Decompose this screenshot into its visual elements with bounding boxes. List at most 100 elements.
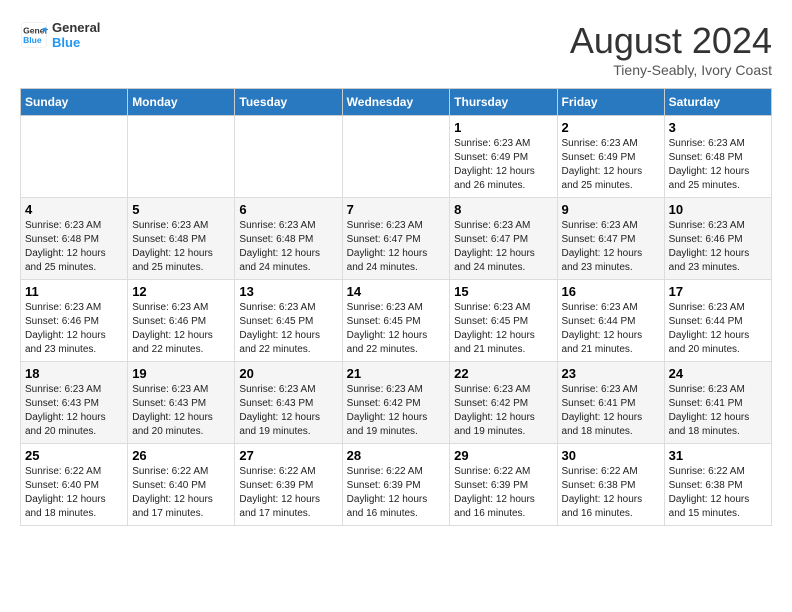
day-number: 19 [132, 366, 230, 381]
day-number: 7 [347, 202, 446, 217]
header-row: SundayMondayTuesdayWednesdayThursdayFrid… [21, 89, 772, 116]
calendar-cell: 14 Sunrise: 6:23 AMSunset: 6:45 PMDayligh… [342, 280, 450, 362]
calendar-cell: 23Sunrise: 6:23 AMSunset: 6:41 PMDayligh… [557, 362, 664, 444]
day-info: Sunrise: 6:23 AMSunset: 6:45 PMDaylight:… [454, 301, 552, 357]
svg-text:Blue: Blue [23, 35, 42, 45]
day-number: 12 [132, 284, 230, 299]
day-number: 26 [132, 448, 230, 463]
day-number: 14 [347, 284, 446, 299]
day-number: 31 [669, 448, 767, 463]
calendar-cell [21, 116, 128, 198]
header-sunday: Sunday [21, 89, 128, 116]
header-wednesday: Wednesday [342, 89, 450, 116]
day-info: Sunrise: 6:23 AMSunset: 6:48 PMDaylight:… [239, 219, 337, 275]
calendar-cell: 28 Sunrise: 6:22 AMSunset: 6:39 PMDayligh… [342, 444, 450, 526]
calendar-cell: 7 Sunrise: 6:23 AMSunset: 6:47 PMDaylight… [342, 198, 450, 280]
day-info: Sunrise: 6:23 AMSunset: 6:47 PMDaylight:… [454, 219, 552, 275]
day-number: 6 [239, 202, 337, 217]
calendar-body: 1 Sunrise: 6:23 AMSunset: 6:49 PMDaylight… [21, 116, 772, 526]
day-info: Sunrise: 6:23 AMSunset: 6:46 PMDaylight:… [132, 301, 230, 357]
page-header: General Blue General Blue August 2024 Ti… [20, 20, 772, 78]
calendar-cell: 20 Sunrise: 6:23 AMSunset: 6:43 PMDayligh… [235, 362, 342, 444]
calendar-cell: 5 Sunrise: 6:23 AMSunset: 6:48 PMDaylight… [128, 198, 235, 280]
calendar-cell: 21Sunrise: 6:23 AMSunset: 6:42 PMDayligh… [342, 362, 450, 444]
calendar-cell: 27 Sunrise: 6:22 AMSunset: 6:39 PMDayligh… [235, 444, 342, 526]
calendar-cell: 6 Sunrise: 6:23 AMSunset: 6:48 PMDaylight… [235, 198, 342, 280]
day-info: Sunrise: 6:23 AMSunset: 6:46 PMDaylight:… [25, 301, 123, 357]
day-number: 30 [562, 448, 660, 463]
logo-icon: General Blue [20, 21, 48, 49]
day-info: Sunrise: 6:23 AMSunset: 6:48 PMDaylight:… [132, 219, 230, 275]
calendar-cell: 10 Sunrise: 6:23 AMSunset: 6:46 PMDayligh… [664, 198, 771, 280]
day-info: Sunrise: 6:23 AMSunset: 6:45 PMDaylight:… [239, 301, 337, 357]
calendar-cell: 1 Sunrise: 6:23 AMSunset: 6:49 PMDaylight… [450, 116, 557, 198]
calendar-cell: 22 Sunrise: 6:23 AMSunset: 6:42 PMDayligh… [450, 362, 557, 444]
calendar-cell [235, 116, 342, 198]
day-info: Sunrise: 6:22 AMSunset: 6:40 PMDaylight:… [25, 465, 123, 521]
calendar-cell: 3 Sunrise: 6:23 AMSunset: 6:48 PMDaylight… [664, 116, 771, 198]
calendar-cell: 16 Sunrise: 6:23 AMSunset: 6:44 PMDayligh… [557, 280, 664, 362]
header-saturday: Saturday [664, 89, 771, 116]
day-info: Sunrise: 6:23 AMSunset: 6:44 PMDaylight:… [669, 301, 767, 357]
day-info: Sunrise: 6:22 AMSunset: 6:39 PMDaylight:… [239, 465, 337, 521]
calendar-cell: 25 Sunrise: 6:22 AMSunset: 6:40 PMDayligh… [21, 444, 128, 526]
day-info: Sunrise: 6:23 AMSunset: 6:43 PMDaylight:… [25, 383, 123, 439]
day-info: Sunrise: 6:23 AMSunset: 6:48 PMDaylight:… [669, 137, 767, 193]
day-number: 24 [669, 366, 767, 381]
day-info: Sunrise: 6:23 AMSunset: 6:49 PMDaylight:… [454, 137, 552, 193]
week-row-2: 11 Sunrise: 6:23 AMSunset: 6:46 PMDayligh… [21, 280, 772, 362]
day-number: 5 [132, 202, 230, 217]
day-number: 28 [347, 448, 446, 463]
calendar-cell: 30Sunrise: 6:22 AMSunset: 6:38 PMDayligh… [557, 444, 664, 526]
day-info: Sunrise: 6:23 AMSunset: 6:43 PMDaylight:… [132, 383, 230, 439]
calendar-cell: 17Sunrise: 6:23 AMSunset: 6:44 PMDayligh… [664, 280, 771, 362]
logo: General Blue General Blue [20, 20, 100, 50]
day-info: Sunrise: 6:23 AMSunset: 6:44 PMDaylight:… [562, 301, 660, 357]
day-number: 9 [562, 202, 660, 217]
day-info: Sunrise: 6:23 AMSunset: 6:41 PMDaylight:… [562, 383, 660, 439]
day-info: Sunrise: 6:22 AMSunset: 6:38 PMDaylight:… [669, 465, 767, 521]
day-number: 29 [454, 448, 552, 463]
header-thursday: Thursday [450, 89, 557, 116]
day-info: Sunrise: 6:23 AMSunset: 6:43 PMDaylight:… [239, 383, 337, 439]
day-number: 20 [239, 366, 337, 381]
day-number: 2 [562, 120, 660, 135]
day-info: Sunrise: 6:23 AMSunset: 6:42 PMDaylight:… [454, 383, 552, 439]
day-info: Sunrise: 6:23 AMSunset: 6:42 PMDaylight:… [347, 383, 446, 439]
calendar-cell: 8 Sunrise: 6:23 AMSunset: 6:47 PMDaylight… [450, 198, 557, 280]
day-number: 10 [669, 202, 767, 217]
day-number: 27 [239, 448, 337, 463]
month-title: August 2024 [570, 20, 772, 62]
logo-text-blue: Blue [52, 35, 100, 50]
day-number: 1 [454, 120, 552, 135]
day-number: 15 [454, 284, 552, 299]
calendar-cell: 29 Sunrise: 6:22 AMSunset: 6:39 PMDayligh… [450, 444, 557, 526]
week-row-0: 1 Sunrise: 6:23 AMSunset: 6:49 PMDaylight… [21, 116, 772, 198]
header-monday: Monday [128, 89, 235, 116]
day-number: 25 [25, 448, 123, 463]
day-number: 3 [669, 120, 767, 135]
calendar-header: SundayMondayTuesdayWednesdayThursdayFrid… [21, 89, 772, 116]
day-info: Sunrise: 6:23 AMSunset: 6:49 PMDaylight:… [562, 137, 660, 193]
calendar-cell: 11 Sunrise: 6:23 AMSunset: 6:46 PMDayligh… [21, 280, 128, 362]
title-block: August 2024 Tieny-Seably, Ivory Coast [570, 20, 772, 78]
day-info: Sunrise: 6:22 AMSunset: 6:39 PMDaylight:… [347, 465, 446, 521]
day-info: Sunrise: 6:23 AMSunset: 6:46 PMDaylight:… [669, 219, 767, 275]
calendar-cell: 18Sunrise: 6:23 AMSunset: 6:43 PMDayligh… [21, 362, 128, 444]
day-info: Sunrise: 6:23 AMSunset: 6:45 PMDaylight:… [347, 301, 446, 357]
day-number: 11 [25, 284, 123, 299]
day-info: Sunrise: 6:23 AMSunset: 6:47 PMDaylight:… [347, 219, 446, 275]
day-number: 16 [562, 284, 660, 299]
day-number: 13 [239, 284, 337, 299]
header-friday: Friday [557, 89, 664, 116]
day-number: 8 [454, 202, 552, 217]
day-info: Sunrise: 6:23 AMSunset: 6:47 PMDaylight:… [562, 219, 660, 275]
day-number: 22 [454, 366, 552, 381]
day-info: Sunrise: 6:22 AMSunset: 6:40 PMDaylight:… [132, 465, 230, 521]
calendar-cell: 31 Sunrise: 6:22 AMSunset: 6:38 PMDayligh… [664, 444, 771, 526]
header-tuesday: Tuesday [235, 89, 342, 116]
day-info: Sunrise: 6:22 AMSunset: 6:39 PMDaylight:… [454, 465, 552, 521]
calendar-cell [128, 116, 235, 198]
calendar-cell: 12 Sunrise: 6:23 AMSunset: 6:46 PMDayligh… [128, 280, 235, 362]
week-row-1: 4Sunrise: 6:23 AMSunset: 6:48 PMDaylight… [21, 198, 772, 280]
